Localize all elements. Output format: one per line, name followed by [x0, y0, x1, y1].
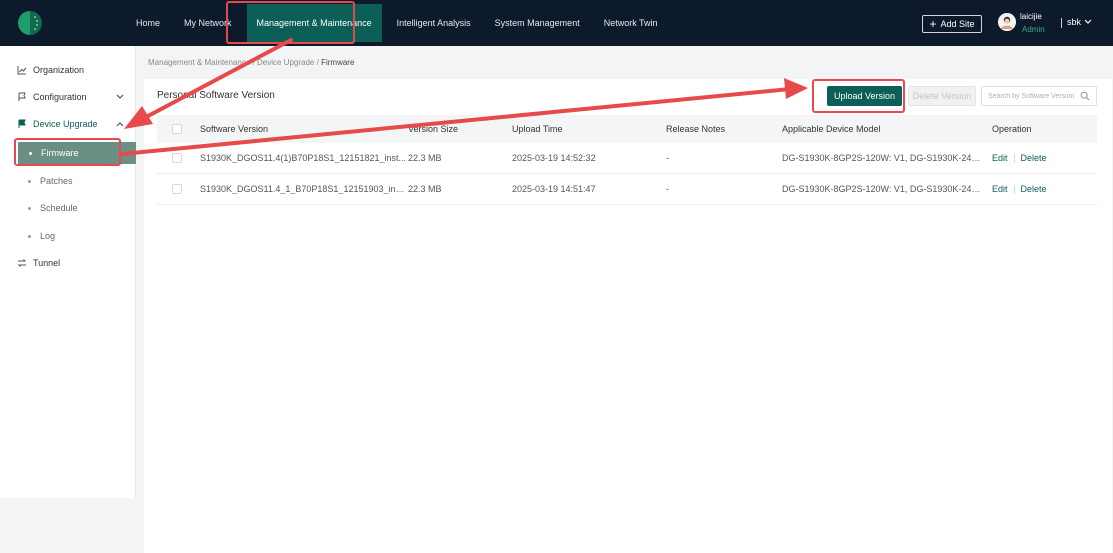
- tenant-switcher[interactable]: sbk: [1067, 17, 1092, 27]
- bullet-dot-icon: [28, 234, 31, 238]
- add-site-label: Add Site: [940, 19, 975, 29]
- sidebar-subitem-schedule[interactable]: Schedule: [0, 197, 136, 219]
- header-divider: [1061, 18, 1062, 28]
- avatar[interactable]: [998, 13, 1016, 31]
- cell-release-notes: -: [666, 184, 669, 194]
- table-row: S1930K_DGOS11.4(1)B70P18S1_12151821_inst…: [157, 143, 1097, 174]
- header-checkbox-cell: [157, 124, 200, 134]
- chevron-down-icon: [1084, 19, 1092, 24]
- sidebar-sublabel-schedule: Schedule: [40, 203, 78, 213]
- firmware-table: Software Version Version Size Upload Tim…: [157, 115, 1097, 205]
- cell-operation: Edit Delete: [992, 153, 1097, 164]
- delete-version-button[interactable]: Delete Version: [908, 86, 976, 106]
- breadcrumb-separator: /: [316, 58, 319, 67]
- nav-system-management[interactable]: System Management: [483, 0, 592, 46]
- page-title: Personal Software Version: [157, 90, 275, 101]
- cell-software-version: S1930K_DGOS11.4(1)B70P18S1_12151821_inst…: [200, 153, 406, 163]
- row-checkbox[interactable]: [172, 184, 182, 194]
- breadcrumb-firmware: Firmware: [321, 58, 355, 67]
- breadcrumb-management[interactable]: Management & Maintenance: [148, 58, 250, 67]
- content-panel: Personal Software Version Upload Version…: [144, 79, 1112, 553]
- nav-intelligent-analysis[interactable]: Intelligent Analysis: [385, 0, 483, 46]
- bullet-dot-icon: [28, 206, 31, 210]
- sidebar-label-device-upgrade: Device Upgrade: [33, 119, 98, 129]
- table-header: Software Version Version Size Upload Tim…: [157, 115, 1097, 143]
- flag-icon: [17, 119, 27, 129]
- sidebar-item-configuration[interactable]: Configuration: [0, 87, 136, 107]
- sidebar-subitem-log[interactable]: Log: [0, 225, 136, 247]
- table-row: S1930K_DGOS11.4_1_B70P18S1_12151903_inst…: [157, 174, 1097, 205]
- operation-divider: [1013, 154, 1015, 164]
- sidebar-label-tunnel: Tunnel: [33, 258, 61, 268]
- cell-device-model: DG-S1930K-8GP2S-120W: V1, DG-S1930K-24GP…: [782, 153, 991, 163]
- row-checkbox-cell: [157, 184, 200, 194]
- nav-home[interactable]: Home: [124, 0, 172, 46]
- nav-my-network[interactable]: My Network: [172, 0, 244, 46]
- sidebar-item-device-upgrade[interactable]: Device Upgrade: [0, 114, 136, 134]
- row-checkbox-cell: [157, 153, 200, 163]
- upload-version-button[interactable]: Upload Version: [827, 86, 902, 106]
- delete-link[interactable]: Delete: [1021, 184, 1047, 194]
- edit-link[interactable]: Edit: [992, 153, 1008, 163]
- column-header-version-size: Version Size: [408, 124, 459, 134]
- row-checkbox[interactable]: [172, 153, 182, 163]
- plus-icon: +: [929, 17, 937, 31]
- chevron-up-icon: [116, 120, 124, 129]
- sidebar-label-configuration: Configuration: [33, 92, 87, 102]
- breadcrumb: Management & Maintenance / Device Upgrad…: [148, 58, 354, 67]
- top-navigation-bar: Home My Network Management & Maintenance…: [0, 0, 1113, 46]
- sidebar-label-organization: Organization: [33, 65, 85, 75]
- sidebar-subitem-firmware[interactable]: Firmware: [18, 142, 136, 164]
- chart-line-icon: [17, 65, 27, 75]
- main-nav: Home My Network Management & Maintenance…: [124, 0, 670, 46]
- sidebar-item-tunnel[interactable]: Tunnel: [0, 253, 136, 273]
- search-icon[interactable]: [1080, 91, 1090, 101]
- search-input[interactable]: [988, 92, 1080, 100]
- nav-management-maintenance[interactable]: Management & Maintenance: [246, 4, 382, 42]
- select-all-checkbox[interactable]: [172, 124, 182, 134]
- brand-logo-icon[interactable]: [16, 9, 44, 37]
- cell-version-size: 22.3 MB: [408, 184, 442, 194]
- chevron-down-icon: [116, 93, 124, 102]
- column-header-operation: Operation: [992, 124, 1032, 134]
- delete-link[interactable]: Delete: [1021, 153, 1047, 163]
- sidebar-sublabel-log: Log: [40, 231, 56, 241]
- cell-release-notes: -: [666, 153, 669, 163]
- sidebar-sublabel-firmware: Firmware: [41, 148, 79, 158]
- breadcrumb-separator: /: [252, 58, 255, 67]
- search-box: [981, 86, 1097, 106]
- column-header-upload-time: Upload Time: [512, 124, 563, 134]
- cell-operation: Edit Delete: [992, 184, 1097, 195]
- sidebar-sublabel-patches: Patches: [40, 176, 73, 186]
- nav-network-twin[interactable]: Network Twin: [592, 0, 670, 46]
- user-role: Admin: [1022, 25, 1045, 34]
- flag-icon: [17, 92, 27, 102]
- sidebar-subitem-patches[interactable]: Patches: [0, 170, 136, 192]
- column-header-device-model: Applicable Device Model: [782, 124, 881, 134]
- column-header-release-notes: Release Notes: [666, 124, 726, 134]
- bullet-dot-icon: [28, 179, 31, 183]
- add-site-button[interactable]: + Add Site: [922, 15, 982, 33]
- user-name: laicijie: [1020, 12, 1042, 21]
- cell-device-model: DG-S1930K-8GP2S-120W: V1, DG-S1930K-24GP…: [782, 184, 991, 194]
- breadcrumb-device-upgrade[interactable]: Device Upgrade: [257, 58, 314, 67]
- bullet-dot-icon: [29, 151, 32, 155]
- edit-link[interactable]: Edit: [992, 184, 1008, 194]
- cell-version-size: 22.3 MB: [408, 153, 442, 163]
- sidebar-item-organization[interactable]: Organization: [0, 60, 136, 80]
- cell-upload-time: 2025-03-19 14:52:32: [512, 153, 596, 163]
- tenant-name: sbk: [1067, 17, 1082, 27]
- cell-upload-time: 2025-03-19 14:51:47: [512, 184, 596, 194]
- tunnel-icon: [17, 258, 27, 268]
- column-header-software-version: Software Version: [200, 124, 269, 134]
- sidebar: Organization Configuration Device Upgrad…: [0, 46, 136, 498]
- cell-software-version: S1930K_DGOS11.4_1_B70P18S1_12151903_inst…: [200, 184, 408, 194]
- operation-divider: [1013, 185, 1015, 195]
